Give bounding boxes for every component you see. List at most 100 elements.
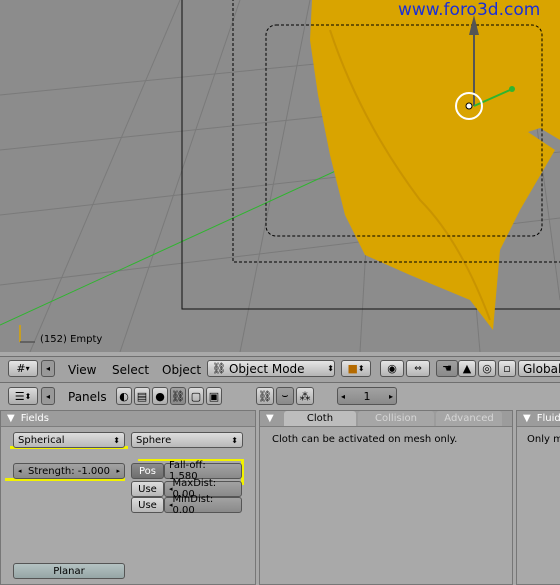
pivot-button[interactable]: ◉ [380,360,404,377]
menu-select[interactable]: Select [112,363,149,377]
frame-number-field[interactable]: ◂ 1 ▸ [337,387,397,405]
chevron-down-icon: ▾ [25,364,30,373]
cloth-message: Cloth can be activated on mesh only. [272,434,458,445]
fields-panel: ▼ Fields Spherical ⬍ Sphere ⬍ ◂ Strength… [0,410,256,585]
editing-context[interactable]: ▢ [188,387,204,405]
field-type-label: Spherical [18,434,65,446]
shape-label: Sphere [136,434,172,446]
tab-advanced-label: Advanced [444,413,494,424]
3d-viewport[interactable]: www.foro3d.com (152) Empty [0,0,560,352]
buttons-collapse[interactable]: ◂ [41,387,55,405]
grid-icon: # [16,362,26,375]
translate-manipulator[interactable]: ▲ [458,360,476,377]
use-label: Use [138,499,157,511]
mindist-field[interactable]: ◂ MinDist: 0.00 [164,494,242,516]
editing-icon: ▢ [190,389,202,403]
circle-icon: ◎ [482,362,492,375]
fields-title: Fields [20,413,49,424]
tab-cloth-label: Cloth [306,413,334,424]
logic-icon: ◐ [119,389,129,403]
frame-value: 1 [363,389,371,403]
fluid-message: Only me [527,434,560,445]
strength-field[interactable]: ◂ Strength: -1.000 ▸ [13,463,125,479]
manipulator-toggle[interactable]: ☚ [436,360,458,377]
arrow-left-icon: ◂ [341,391,346,401]
square-icon: ▫ [503,362,511,375]
script-icon: ▤ [136,389,148,403]
mindist-label: MinDist: 0.00 [172,494,214,516]
menu-view[interactable]: View [68,363,96,377]
mode-label: Object Mode [228,361,305,376]
arrow-right-icon: ▸ [388,391,393,401]
particles-icon: ⁂ [299,389,311,403]
field-type-select[interactable]: Spherical ⬍ [13,432,125,448]
object-context[interactable]: ⛓ [170,387,186,405]
use-mindist-toggle[interactable]: Use [131,497,164,513]
triangle-icon: ◂ [45,391,50,401]
menu-object[interactable]: Object [162,363,201,377]
script-context[interactable]: ▤ [134,387,150,405]
header-collapse-button[interactable]: ◂ [41,360,55,377]
viewport-drawing [0,0,560,352]
arrow-right-icon: ▸ [116,467,120,475]
object-label: (152) Empty [40,334,103,345]
snap-icon: ⇔ [414,363,422,374]
panels-label[interactable]: Panels [68,390,107,404]
object-icon: ⛓ [258,389,272,403]
tab-collision-label: Collision [375,413,417,424]
object-subcontext[interactable]: ⛓ [256,387,274,405]
watermark-text: www.foro3d.com [398,0,541,20]
cloth-panel: ▼ Cloth Collision Advanced Cloth can be … [259,410,513,585]
collapse-triangle-icon: ▼ [523,413,531,424]
triangle-icon: ▲ [462,362,472,375]
triangle-icon: ◂ [45,364,50,373]
updown-icon: ⬍ [327,364,334,373]
tab-cloth[interactable]: Cloth [284,411,356,426]
physics-subcontext[interactable]: ⌣ [276,387,294,405]
list-icon: ☰ [14,389,25,403]
object-mode-icon: ⛓ [212,362,226,375]
cloth-mesh [310,0,560,330]
sphere-icon: ● [155,389,165,403]
updown-icon: ⬍ [231,435,238,445]
particles-subcontext[interactable]: ⁂ [296,387,314,405]
use-label: Use [138,483,157,495]
mode-select[interactable]: ⛓ Object Mode ⬍ [207,360,335,377]
hand-icon: ☚ [442,362,452,375]
buttons-editor-type[interactable]: ☰ ⬍ [8,387,38,405]
planar-label: Planar [53,565,85,577]
arrow-left-icon: ◂ [18,467,22,475]
logic-context[interactable]: ◐ [116,387,132,405]
planar-button[interactable]: Planar [13,563,125,579]
collapse-triangle-icon: ▼ [7,413,15,424]
scene-icon: ▣ [208,389,220,403]
falloff-field[interactable]: Fall-off: 1.580 [164,460,242,482]
scale-manipulator[interactable]: ▫ [498,360,516,377]
physics-icon: ⌣ [281,389,289,402]
orientation-label: Global [523,361,560,376]
tab-advanced[interactable]: Advanced [436,411,502,426]
shading-context[interactable]: ● [152,387,168,405]
buttons-header: ☰ ⬍ ◂ Panels ◐ ▤ ● ⛓ ▢ ▣ ⛓ ⌣ ⁂ ◂ 1 ▸ [0,383,560,410]
fluid-panel: ▼ Fluid Only me [516,410,560,585]
fields-panel-header[interactable]: ▼ Fields [1,411,255,427]
pos-toggle[interactable]: Pos [131,463,164,479]
use-maxdist-toggle[interactable]: Use [131,481,164,497]
cube-icon: ■ [347,362,358,375]
tab-collision[interactable]: Collision [358,411,434,426]
collapse-triangle-icon: ▼ [266,413,274,424]
3d-view-header: # ▾ ◂ View Select Object ⛓ Object Mode ⬍ … [0,356,560,383]
rotate-manipulator[interactable]: ◎ [478,360,496,377]
pos-label: Pos [138,465,156,477]
object-icon: ⛓ [171,389,185,403]
cloth-panel-header: ▼ Cloth Collision Advanced [260,411,512,427]
fluid-title: Fluid [536,413,560,424]
scene-context[interactable]: ▣ [206,387,222,405]
fluid-panel-header[interactable]: ▼ Fluid [517,411,560,427]
orientation-select[interactable]: Global [518,360,560,377]
snap-button[interactable]: ⇔ [406,360,430,377]
shape-select[interactable]: Sphere ⬍ [131,432,243,448]
draw-type-select[interactable]: ■ ⬍ [341,360,371,377]
pivot-icon: ◉ [387,362,397,375]
editor-type-button[interactable]: # ▾ [8,360,38,377]
